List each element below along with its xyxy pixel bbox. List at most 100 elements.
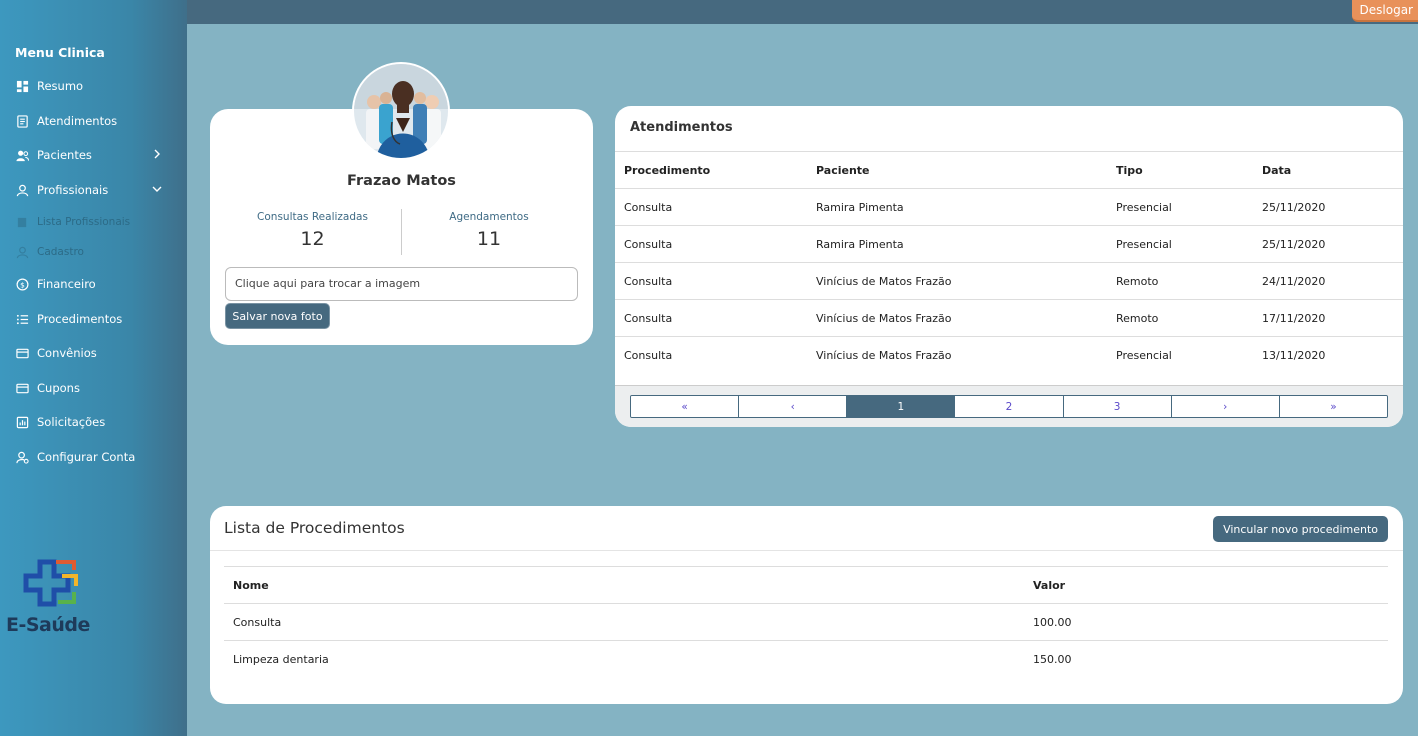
table-row: Consulta Vinícius de Matos Frazão Remoto… [615,262,1403,300]
logout-button[interactable]: Deslogar [1351,0,1418,22]
table-cell: Vinícius de Matos Frazão [807,336,1107,374]
users-icon [15,148,29,162]
sidebar-item-label: Cadastro [37,246,84,258]
page-3-button[interactable]: 3 [1063,396,1172,417]
chevron-right-icon [154,149,160,159]
sidebar-item-label: Pacientes [37,148,92,162]
atendimentos-title: Atendimentos [630,120,733,135]
table-row: Consulta Ramira Pimenta Presencial 25/11… [615,188,1403,226]
sidebar-item-procedimentos[interactable]: Procedimentos [15,309,175,329]
sidebar-item-label: Lista Profissionais [37,216,131,228]
table-header-row: Procedimento Paciente Tipo Data [615,151,1403,189]
table-row: Consulta Ramira Pimenta Presencial 25/11… [615,225,1403,263]
top-bar: Deslogar [0,0,1418,24]
table-row: Limpeza dentaria 150.00 [224,640,1388,678]
sidebar-item-convenios[interactable]: Convênios [15,343,175,363]
table-cell: 100.00 [1024,603,1388,641]
menu-title: Menu Clinica [15,45,105,60]
table-cell: 17/11/2020 [1253,299,1403,337]
agendamentos-value: 11 [476,228,502,250]
table-cell: Ramira Pimenta [807,225,1107,263]
doctor-photo [354,64,448,158]
user-icon [15,245,29,259]
document-icon [15,114,29,128]
table-cell: 13/11/2020 [1253,336,1403,374]
sidebar-item-label: Configurar Conta [37,450,136,464]
procedimentos-title: Lista de Procedimentos [224,519,405,537]
avatar [352,62,450,160]
table-cell: 25/11/2020 [1253,225,1403,263]
table-cell: Presencial [1107,188,1253,226]
column-header: Nome [224,566,1024,604]
sidebar-item-resumo[interactable]: Resumo [15,76,175,96]
table-cell: Presencial [1107,225,1253,263]
procedimentos-table: Nome Valor Consulta 100.00 Limpeza denta… [224,566,1388,678]
table-cell: 150.00 [1024,640,1388,678]
sidebar-item-cupons[interactable]: Cupons [15,378,175,398]
list-icon [15,312,29,326]
chart-icon [15,415,29,429]
sidebar-item-financeiro[interactable]: $ Financeiro [15,274,175,294]
first-page-button[interactable]: « [631,396,740,417]
procedimentos-card: Lista de Procedimentos Vincular novo pro… [210,506,1403,704]
consultas-value: 12 [300,228,325,250]
atendimentos-card: Atendimentos Procedimento Paciente Tipo … [615,106,1403,427]
column-header: Valor [1024,566,1388,604]
table-cell: 24/11/2020 [1253,262,1403,300]
image-file-input[interactable]: Clique aqui para trocar a imagem [225,267,578,301]
sidebar-item-pacientes[interactable]: Pacientes [15,145,175,165]
table-footer: « ‹ 1 2 3 › » [615,385,1403,427]
table-row: Consulta Vinícius de Matos Frazão Remoto… [615,299,1403,337]
prev-page-button[interactable]: ‹ [739,396,848,417]
table-cell: Ramira Pimenta [807,188,1107,226]
sidebar-item-label: Atendimentos [37,114,118,128]
sidebar-item-atendimentos[interactable]: Atendimentos [15,111,175,131]
table-cell: Remoto [1107,262,1253,300]
table-cell: Consulta [615,299,807,337]
agendamentos-label: Agendamentos [449,211,529,223]
table-row: Consulta 100.00 [224,603,1388,641]
sidebar-item-solicitacoes[interactable]: Solicitações [15,412,175,432]
user-icon [15,183,29,197]
consultas-label: Consultas Realizadas [257,211,368,223]
sidebar: Menu Clinica Resumo Atendimentos Pacient… [0,0,187,736]
sidebar-item-lista-profissionais[interactable]: Lista Profissionais [15,212,175,232]
page-2-button[interactable]: 2 [955,396,1064,417]
dashboard-icon [15,79,29,93]
page-1-button[interactable]: 1 [847,396,956,417]
table-cell: Vinícius de Matos Frazão [807,262,1107,300]
svg-text:$: $ [20,280,25,289]
column-header: Paciente [807,151,1107,189]
table-cell: Presencial [1107,336,1253,374]
sidebar-item-cadastro[interactable]: Cadastro [15,242,175,262]
sidebar-item-label: Procedimentos [37,312,123,326]
table-cell: 25/11/2020 [1253,188,1403,226]
sidebar-item-label: Cupons [37,381,80,395]
atendimentos-table: Procedimento Paciente Tipo Data Consulta… [615,151,1403,374]
column-header: Procedimento [615,151,807,189]
dollar-icon: $ [15,277,29,291]
user-settings-icon [15,450,29,464]
table-cell: Remoto [1107,299,1253,337]
sidebar-item-profissionais[interactable]: Profissionais [15,180,175,200]
procedimentos-header: Lista de Procedimentos Vincular novo pro… [210,506,1403,551]
pagination: « ‹ 1 2 3 › » [630,395,1388,418]
sidebar-item-label: Financeiro [37,277,96,291]
profile-name: Frazao Matos [347,173,456,189]
sidebar-item-configurar-conta[interactable]: Configurar Conta [15,447,175,467]
card-icon [15,381,29,395]
next-page-button[interactable]: › [1171,396,1280,417]
sidebar-item-label: Solicitações [37,415,106,429]
save-photo-button[interactable]: Salvar nova foto [225,303,330,329]
sidebar-item-label: Profissionais [37,183,109,197]
sidebar-item-label: Convênios [37,346,97,360]
list-icon [15,215,29,229]
logo-text: E-Saúde [6,614,90,636]
column-header: Data [1253,151,1403,189]
table-cell: Vinícius de Matos Frazão [807,299,1107,337]
link-procedure-button[interactable]: Vincular novo procedimento [1213,516,1388,542]
last-page-button[interactable]: » [1279,396,1387,417]
sidebar-item-label: Resumo [37,79,84,93]
chevron-down-icon [152,186,162,192]
table-cell: Consulta [615,262,807,300]
